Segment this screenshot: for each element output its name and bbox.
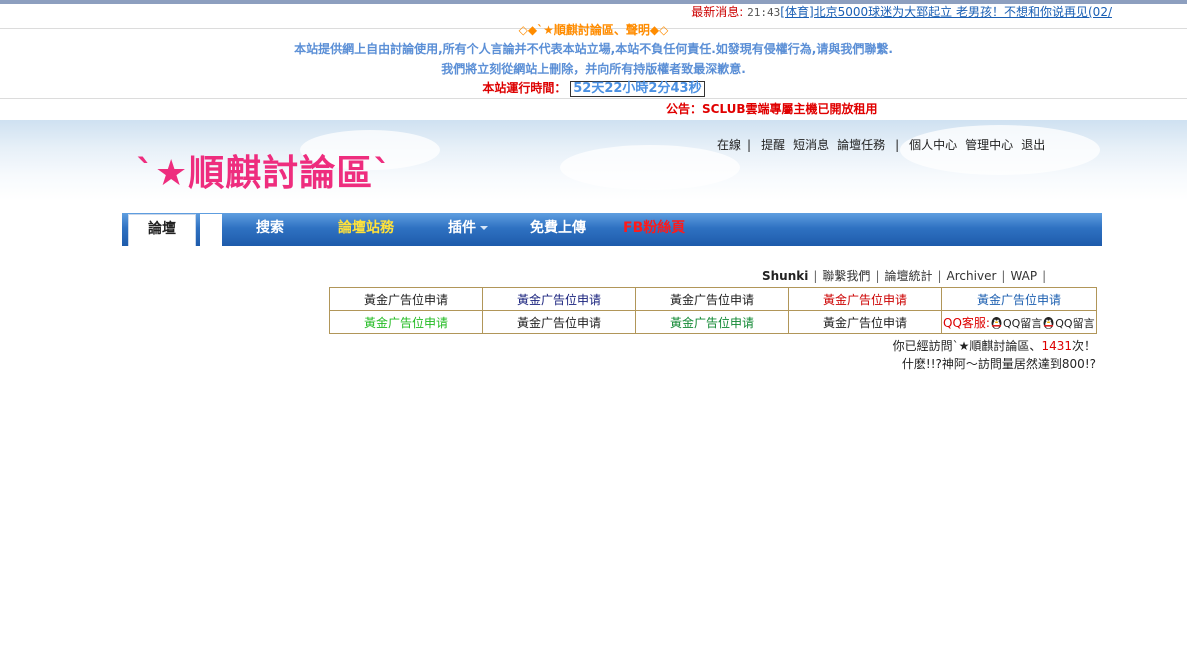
nav-search[interactable]: 搜索 [256,213,284,246]
qq-message-link[interactable]: QQ留言 [1003,317,1042,330]
visit-prefix: 你已經訪問`★順麒討論區、 [892,339,1042,353]
nav-plugins-label: 插件 [448,220,476,236]
qq-message-link[interactable]: QQ留言 [1055,317,1094,330]
table-row: 黃金广告位申请 黃金广告位申请 黃金广告位申请 黃金广告位申请 QQ客服: QQ留… [329,310,1097,334]
qq-penguin-icon[interactable] [1042,316,1055,330]
ad-slot[interactable]: 黃金广告位申请 [788,287,942,311]
main-nav: 論壇 搜索 論壇站務 插件 免費上傳 FB粉絲頁 [122,213,1102,246]
nav-fb-page[interactable]: FB粉絲頁 [623,213,685,246]
qq-service-cell: QQ客服: QQ留言 QQ留言 [941,310,1097,334]
separator: | [895,138,900,152]
archiver-link[interactable]: Archiver [947,269,997,283]
online-link[interactable]: 在線 [717,138,741,152]
news-headline-link[interactable]: [体育]北京5000球迷为大郅起立 老男孩！不想和你说再见(02/ [780,5,1112,19]
ad-slot[interactable]: 黃金广告位申请 [482,287,636,311]
separator: | [875,269,880,283]
visit-count-line: 你已經訪問`★順麒討論區、1431次！ [700,337,1096,355]
ad-table: 黃金广告位申请 黃金广告位申请 黃金广告位申请 黃金广告位申请 黃金广告位申请 … [329,287,1097,334]
stats-link[interactable]: 論壇統計 [884,269,932,283]
ad-slot[interactable]: 黃金广告位申请 [635,310,789,334]
cloud-decoration [560,145,740,190]
remind-link[interactable]: 提醒 [761,138,785,152]
site-logo[interactable]: `★順麒討論區` [122,150,448,196]
runtime-label: 本站運行時間： [482,81,567,95]
logo-text: `★順麒討論區` [136,153,393,194]
separator: | [937,269,942,283]
separator: | [1001,269,1006,283]
ad-slot[interactable]: 黃金广告位申请 [329,287,483,311]
visit-count: 1431 [1041,339,1072,353]
news-time: 21:43 [747,6,781,19]
username-link[interactable]: Shunki [762,269,808,283]
logout-link[interactable]: 退出 [1021,138,1045,152]
nav-plugins[interactable]: 插件 [448,213,488,246]
separator: | [747,138,752,152]
profile-link[interactable]: 個人中心 [909,138,957,152]
notice-marquee[interactable]: 公告：SCLUB雲端專屬主機已開放租用 [666,101,878,117]
ad-slot[interactable]: 黃金广告位申请 [788,310,942,334]
divider [0,98,1187,99]
wap-link[interactable]: WAP [1010,269,1037,283]
table-row: 黃金广告位申请 黃金广告位申请 黃金广告位申请 黃金广告位申请 黃金广告位申请 [329,287,1097,311]
announcement-title: ◇◆`★順麒討論區、聲明◆◇ [518,23,669,37]
admin-link[interactable]: 管理中心 [965,138,1013,152]
chevron-down-icon [480,226,488,230]
qq-service-label: QQ客服: [943,315,990,330]
disclaimer-line-1: 本站提供網上自由討論使用,所有个人言論并不代表本站立場,本站不負任何責任.如發現… [294,42,893,56]
visit-remark: 什麽!!?神阿～訪問量居然達到800!? [901,357,1096,371]
nav-upload[interactable]: 免費上傳 [530,213,586,246]
disclaimer-line-2: 我們將立刻從網站上刪除，并向所有持版權者致最深歉意. [441,62,746,76]
contact-link[interactable]: 聯繫我們 [822,269,870,283]
runtime: 本站運行時間： 52天22小時2分43秒 [0,80,1187,97]
nav-forum[interactable]: 論壇 [128,214,196,246]
news-label: 最新消息: [691,5,744,19]
messages-link[interactable]: 短消息 [793,138,829,152]
user-toolbar: 在線 | 提醒 短消息 論壇任務 | 個人中心 管理中心 退出 [717,137,1097,153]
ad-slot[interactable]: 黃金广告位申请 [482,310,636,334]
ad-slot[interactable]: 黃金广告位申请 [635,287,789,311]
runtime-value: 52天22小時2分43秒 [570,81,705,97]
ad-slot[interactable]: 黃金广告位申请 [941,287,1097,311]
tasks-link[interactable]: 論壇任務 [837,138,885,152]
secondary-links: Shunki | 聯繫我們 | 論壇統計 | Archiver | WAP | [762,268,1051,284]
visit-counter: 你已經訪問`★順麒討論區、1431次！ 什麽!!?神阿～訪問量居然達到800!? [700,337,1096,373]
separator: | [813,269,818,283]
nav-tab-spacer [200,214,222,246]
qq-penguin-icon[interactable] [990,316,1003,330]
nav-affairs[interactable]: 論壇站務 [338,213,394,246]
ad-slot[interactable]: 黃金广告位申请 [329,310,483,334]
news-ticker: 最新消息: 21:43[体育]北京5000球迷为大郅起立 老男孩！不想和你说再见… [0,4,1112,21]
visit-suffix: 次！ [1071,339,1096,353]
separator: | [1042,269,1047,283]
